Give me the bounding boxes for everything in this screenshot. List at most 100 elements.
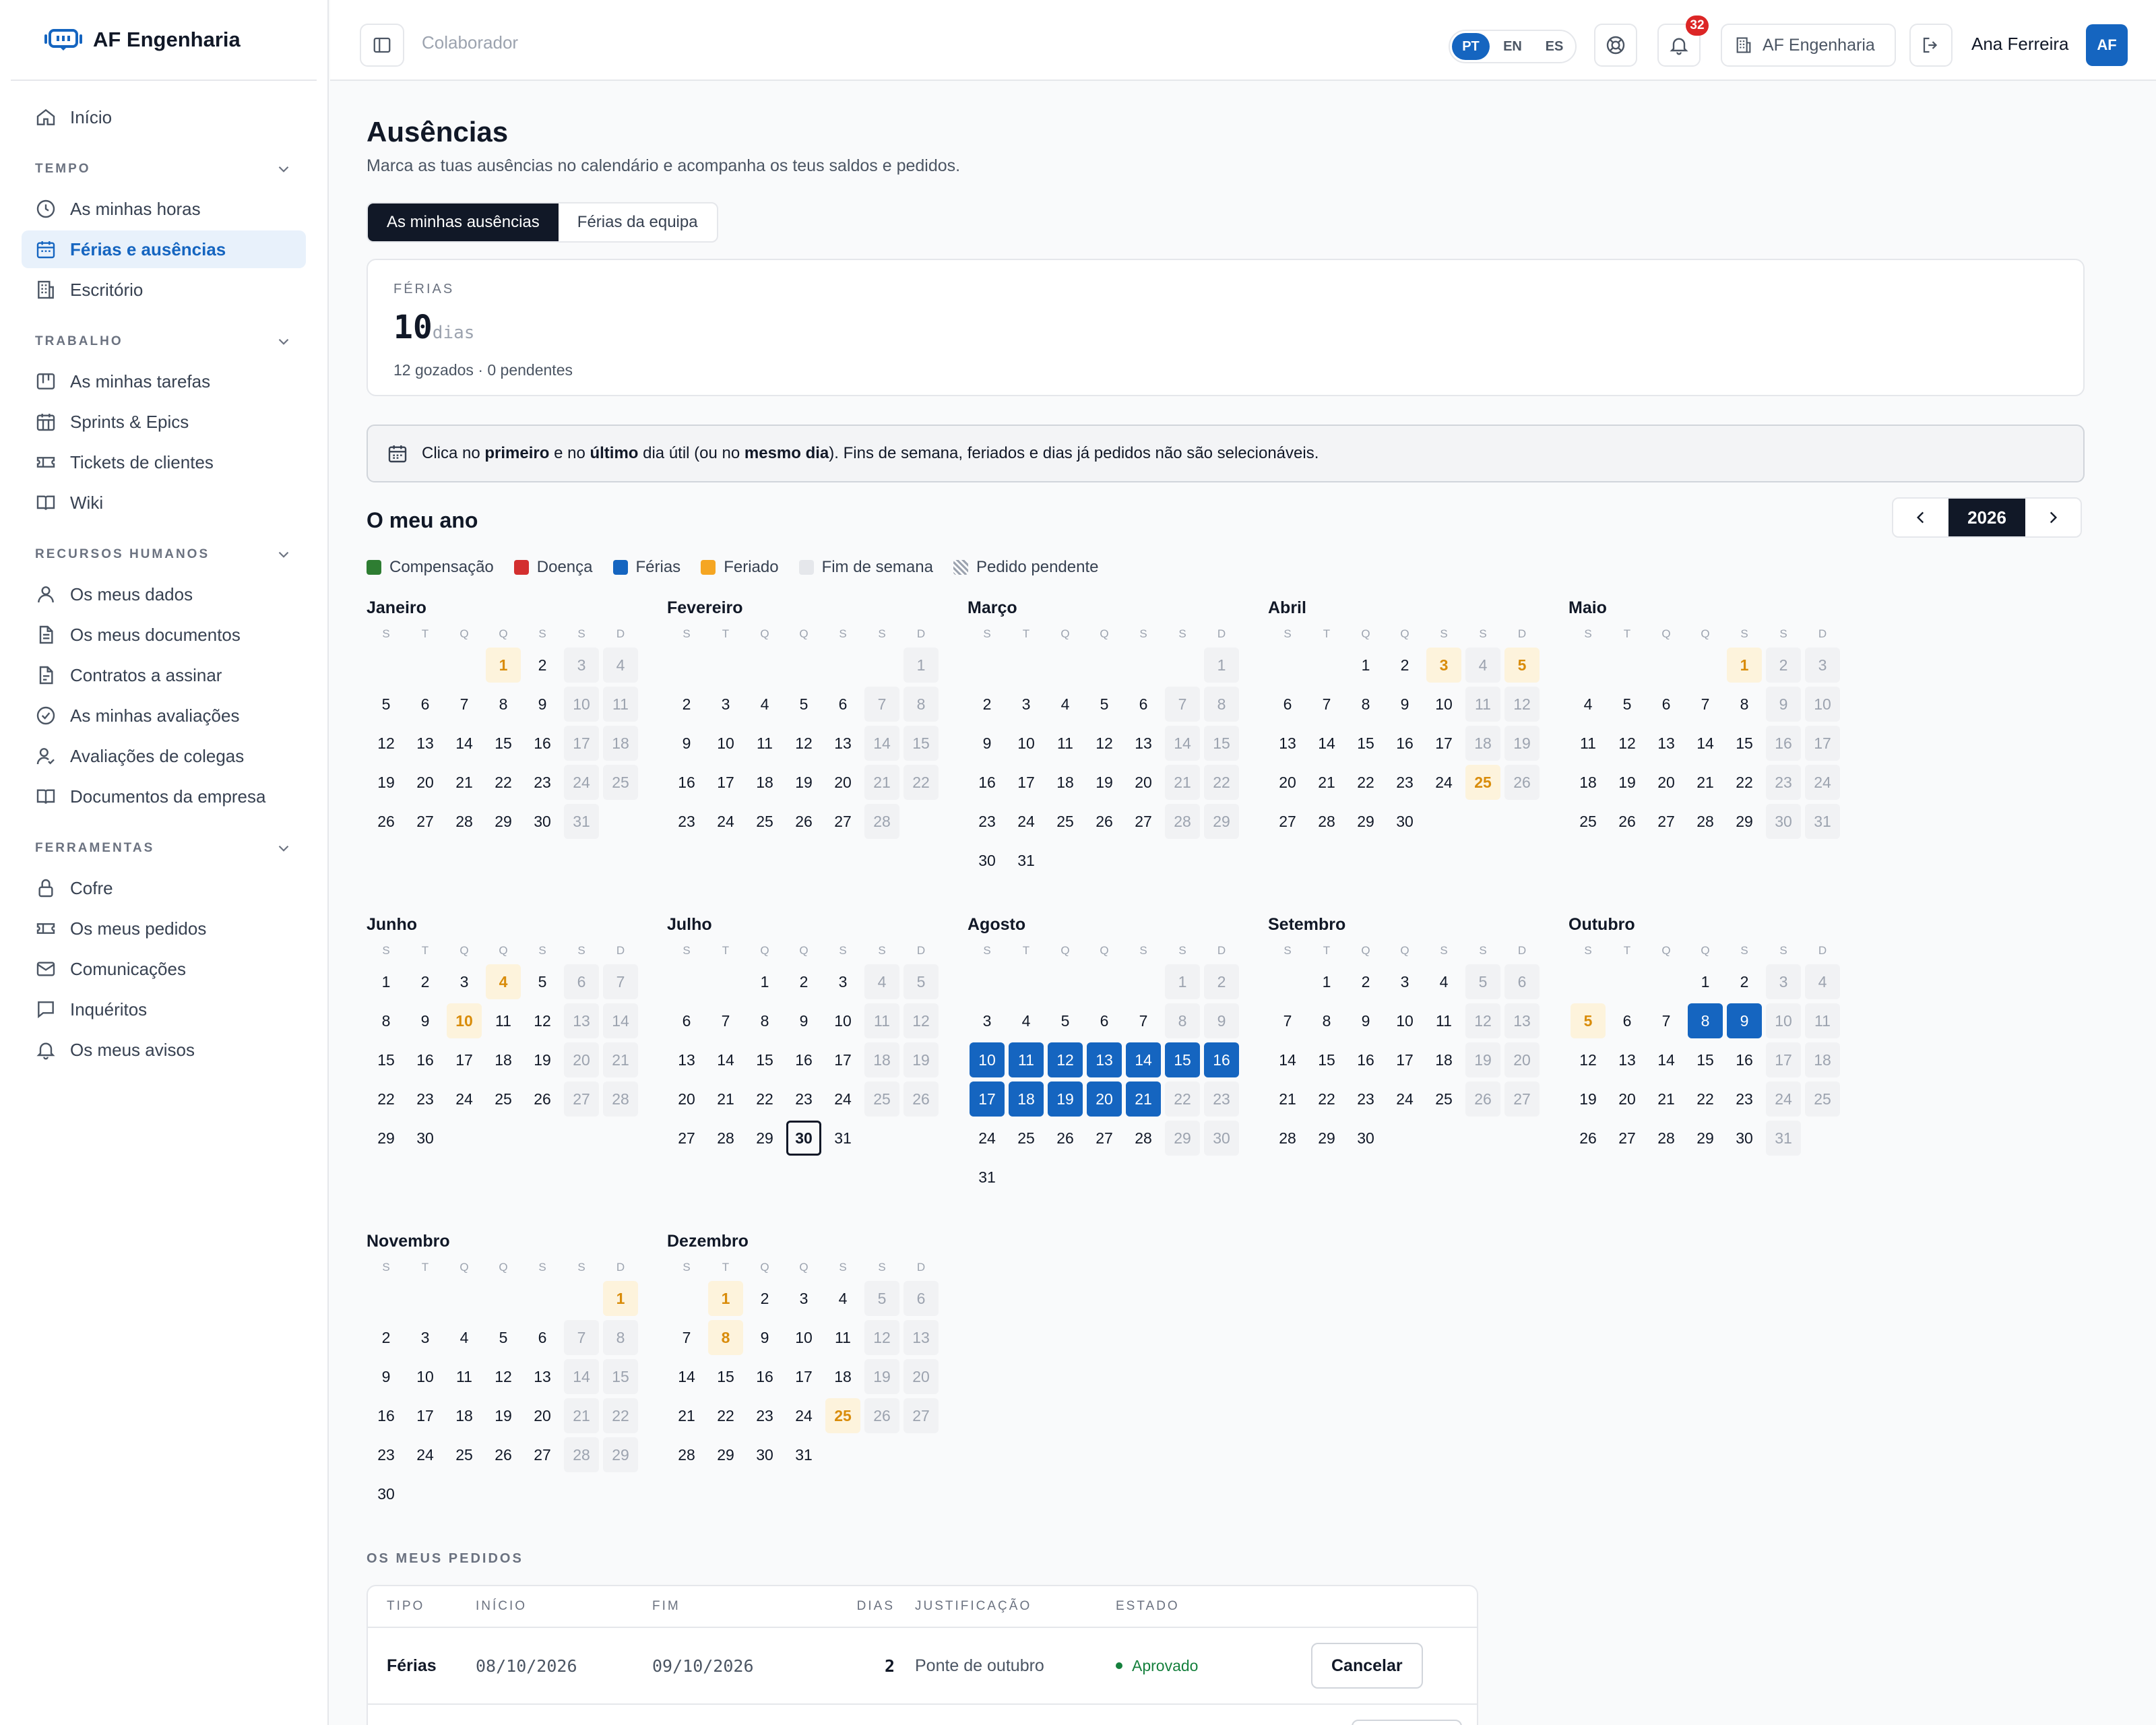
- day-cell[interactable]: 4: [747, 687, 782, 722]
- day-cell[interactable]: 26: [486, 1437, 521, 1472]
- tab-my-absences[interactable]: As minhas ausências: [368, 203, 559, 241]
- next-year-button[interactable]: [2025, 499, 2081, 536]
- day-cell[interactable]: 24: [1426, 765, 1461, 800]
- day-cell[interactable]: 19: [525, 1042, 560, 1077]
- day-cell[interactable]: 3: [1387, 964, 1422, 999]
- day-cell[interactable]: 12: [486, 1359, 521, 1394]
- day-cell[interactable]: 2: [525, 648, 560, 683]
- day-cell[interactable]: 16: [1727, 1042, 1762, 1077]
- sidebar-item-ferias-e-ausencias[interactable]: Férias e ausências: [22, 230, 306, 268]
- language-option-es[interactable]: ES: [1535, 33, 1573, 60]
- day-cell[interactable]: 9: [747, 1320, 782, 1355]
- day-cell[interactable]: 1: [369, 964, 404, 999]
- day-cell[interactable]: 3: [786, 1281, 821, 1316]
- day-cell[interactable]: 20: [1126, 765, 1161, 800]
- day-cell[interactable]: 18: [1571, 765, 1606, 800]
- sidebar-item-os-meus-documentos[interactable]: Os meus documentos: [22, 616, 306, 654]
- day-cell[interactable]: 8: [1727, 687, 1762, 722]
- sidebar-item-as-minhas-horas[interactable]: As minhas horas: [22, 190, 306, 228]
- vacation-day[interactable]: 16: [1204, 1042, 1239, 1077]
- day-cell[interactable]: 29: [369, 1121, 404, 1156]
- day-cell[interactable]: 27: [1649, 804, 1684, 839]
- day-cell[interactable]: 16: [669, 765, 704, 800]
- day-cell[interactable]: 10: [708, 726, 743, 761]
- day-cell[interactable]: 14: [1270, 1042, 1305, 1077]
- day-cell[interactable]: 6: [525, 1320, 560, 1355]
- day-cell[interactable]: 7: [1126, 1003, 1161, 1038]
- day-cell[interactable]: 8: [369, 1003, 404, 1038]
- day-cell[interactable]: 21: [1309, 765, 1344, 800]
- day-cell[interactable]: 8: [747, 1003, 782, 1038]
- day-cell[interactable]: 28: [1688, 804, 1723, 839]
- day-cell[interactable]: 7: [1270, 1003, 1305, 1038]
- day-cell[interactable]: 4: [825, 1281, 860, 1316]
- day-cell[interactable]: 10: [1387, 1003, 1422, 1038]
- day-cell[interactable]: 28: [1270, 1121, 1305, 1156]
- day-cell[interactable]: 16: [1387, 726, 1422, 761]
- day-cell[interactable]: 11: [825, 1320, 860, 1355]
- day-cell[interactable]: 22: [1727, 765, 1762, 800]
- day-cell[interactable]: 15: [486, 726, 521, 761]
- day-cell[interactable]: 18: [1048, 765, 1083, 800]
- day-cell[interactable]: 22: [1309, 1081, 1344, 1117]
- day-cell[interactable]: 8: [486, 687, 521, 722]
- day-cell[interactable]: 12: [525, 1003, 560, 1038]
- sidebar-item-sprints-epics[interactable]: Sprints & Epics: [22, 403, 306, 441]
- day-cell[interactable]: 4: [1426, 964, 1461, 999]
- day-cell[interactable]: 22: [486, 765, 521, 800]
- day-cell[interactable]: 29: [708, 1437, 743, 1472]
- day-cell[interactable]: 6: [1610, 1003, 1645, 1038]
- day-cell[interactable]: 8: [1309, 1003, 1344, 1038]
- day-cell[interactable]: 23: [747, 1398, 782, 1433]
- day-cell[interactable]: 14: [1309, 726, 1344, 761]
- vacation-day[interactable]: 8: [1688, 1003, 1723, 1038]
- day-cell[interactable]: 25: [1426, 1081, 1461, 1117]
- tab-team-vacations[interactable]: Férias da equipa: [559, 203, 717, 241]
- day-cell[interactable]: 25: [1571, 804, 1606, 839]
- day-cell[interactable]: 20: [1270, 765, 1305, 800]
- day-cell[interactable]: 30: [1387, 804, 1422, 839]
- day-cell[interactable]: 13: [825, 726, 860, 761]
- day-cell[interactable]: 21: [708, 1081, 743, 1117]
- day-cell[interactable]: 30: [970, 843, 1005, 878]
- logout-button[interactable]: [1909, 24, 1953, 67]
- nav-section-recursos-humanos[interactable]: RECURSOS HUMANOS: [22, 536, 306, 573]
- day-cell[interactable]: 3: [970, 1003, 1005, 1038]
- day-cell[interactable]: 2: [369, 1320, 404, 1355]
- day-cell[interactable]: 10: [825, 1003, 860, 1038]
- day-cell[interactable]: 23: [408, 1081, 443, 1117]
- day-cell[interactable]: 21: [1270, 1081, 1305, 1117]
- day-cell[interactable]: 2: [786, 964, 821, 999]
- day-cell[interactable]: 27: [1126, 804, 1161, 839]
- day-cell[interactable]: 18: [747, 765, 782, 800]
- day-cell[interactable]: 6: [1270, 687, 1305, 722]
- day-cell[interactable]: 12: [786, 726, 821, 761]
- sidebar-item-inqueritos[interactable]: Inquéritos: [22, 991, 306, 1028]
- day-cell[interactable]: 24: [1009, 804, 1044, 839]
- sidebar-item-cofre[interactable]: Cofre: [22, 869, 306, 907]
- day-cell[interactable]: 20: [1649, 765, 1684, 800]
- vacation-day[interactable]: 12: [1048, 1042, 1083, 1077]
- day-cell[interactable]: 27: [1270, 804, 1305, 839]
- day-cell[interactable]: 7: [669, 1320, 704, 1355]
- day-cell[interactable]: 9: [669, 726, 704, 761]
- day-cell[interactable]: 5: [786, 687, 821, 722]
- day-cell[interactable]: 16: [1348, 1042, 1383, 1077]
- day-cell[interactable]: 26: [369, 804, 404, 839]
- day-cell[interactable]: 2: [408, 964, 443, 999]
- avatar[interactable]: AF: [2086, 24, 2128, 66]
- day-cell[interactable]: 23: [1387, 765, 1422, 800]
- day-cell[interactable]: 2: [970, 687, 1005, 722]
- day-cell[interactable]: 25: [486, 1081, 521, 1117]
- day-cell[interactable]: 7: [708, 1003, 743, 1038]
- sidebar-item-home[interactable]: Início: [22, 98, 306, 136]
- day-cell[interactable]: 21: [669, 1398, 704, 1433]
- day-cell[interactable]: 31: [1009, 843, 1044, 878]
- day-cell[interactable]: 19: [786, 765, 821, 800]
- day-cell[interactable]: 26: [1048, 1121, 1083, 1156]
- day-cell[interactable]: 26: [1087, 804, 1122, 839]
- day-cell[interactable]: 11: [447, 1359, 482, 1394]
- day-cell[interactable]: 2: [747, 1281, 782, 1316]
- day-cell[interactable]: 2: [1348, 964, 1383, 999]
- nav-section-trabalho[interactable]: TRABALHO: [22, 323, 306, 360]
